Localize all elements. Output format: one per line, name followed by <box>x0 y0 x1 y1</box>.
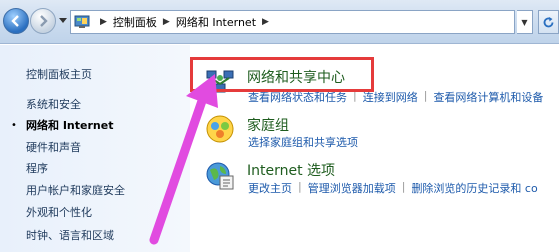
back-button[interactable] <box>3 8 29 34</box>
link-divider: | <box>298 180 302 193</box>
link-divider: | <box>423 89 428 102</box>
chevron-down-icon <box>59 18 67 23</box>
homegroup-links: 选择家庭组和共享选项 <box>248 134 358 150</box>
active-bullet-icon: • <box>11 120 17 131</box>
internet-options-title[interactable]: Internet 选项 <box>247 160 335 180</box>
sidebar-item-programs[interactable]: 程序 <box>26 160 48 176</box>
breadcrumb-separator-icon: ▶ <box>100 17 107 27</box>
internet-options-links: 更改主页 | 管理浏览器加载项 | 删除浏览的历史记录和 co <box>248 180 538 196</box>
homegroup-title[interactable]: 家庭组 <box>247 115 289 135</box>
sidebar-item-user-accounts[interactable]: 用户帐户和家庭安全 <box>26 182 125 198</box>
breadcrumb-separator-icon: ▶ <box>162 17 170 27</box>
manage-addons-link[interactable]: 管理浏览器加载项 <box>308 180 396 196</box>
highlight-box <box>190 57 374 92</box>
back-arrow-icon <box>11 15 19 27</box>
homegroup-sharing-options-link[interactable]: 选择家庭组和共享选项 <box>248 134 358 150</box>
sidebar-item-hardware-sound[interactable]: 硬件和声音 <box>26 139 81 155</box>
change-homepage-link[interactable]: 更改主页 <box>248 180 292 196</box>
address-toolbar: ▶ 控制面板 ▶ 网络和 Internet ▶ ▼ <box>0 0 559 44</box>
sidebar-item-appearance[interactable]: 外观和个性化 <box>26 204 92 220</box>
sidebar-item-control-panel-home[interactable]: 控制面板主页 <box>26 66 92 82</box>
refresh-button[interactable] <box>538 10 559 34</box>
address-bar[interactable]: ▶ 控制面板 ▶ 网络和 Internet ▶ <box>70 10 515 34</box>
control-panel-icon <box>74 15 90 28</box>
sidebar-item-clock-language[interactable]: 时钟、语言和区域 <box>26 227 114 243</box>
sidebar-item-system-security[interactable]: 系统和安全 <box>26 96 81 112</box>
delete-history-link[interactable]: 删除浏览的历史记录和 co <box>411 180 537 196</box>
forward-button[interactable] <box>30 8 56 34</box>
forward-arrow-icon <box>40 15 48 27</box>
chevron-down-icon: ▼ <box>521 17 528 27</box>
recent-pages-button[interactable] <box>58 14 68 28</box>
address-dropdown-button[interactable]: ▼ <box>517 10 533 34</box>
sidebar-item-network-internet[interactable]: 网络和 Internet <box>26 117 113 133</box>
link-divider: | <box>401 180 406 193</box>
internet-options-icon <box>206 162 234 190</box>
breadcrumb-network-internet[interactable]: 网络和 Internet <box>176 14 256 30</box>
breadcrumb-separator-icon: ▶ <box>262 17 269 27</box>
homegroup-icon <box>206 115 234 143</box>
refresh-icon <box>543 16 554 27</box>
view-network-computers-link[interactable]: 查看网络计算机和设备 <box>433 89 543 105</box>
breadcrumb-control-panel[interactable]: 控制面板 <box>113 14 157 30</box>
sidebar: 控制面板主页 系统和安全 • 网络和 Internet 硬件和声音 程序 用户帐… <box>0 45 190 252</box>
